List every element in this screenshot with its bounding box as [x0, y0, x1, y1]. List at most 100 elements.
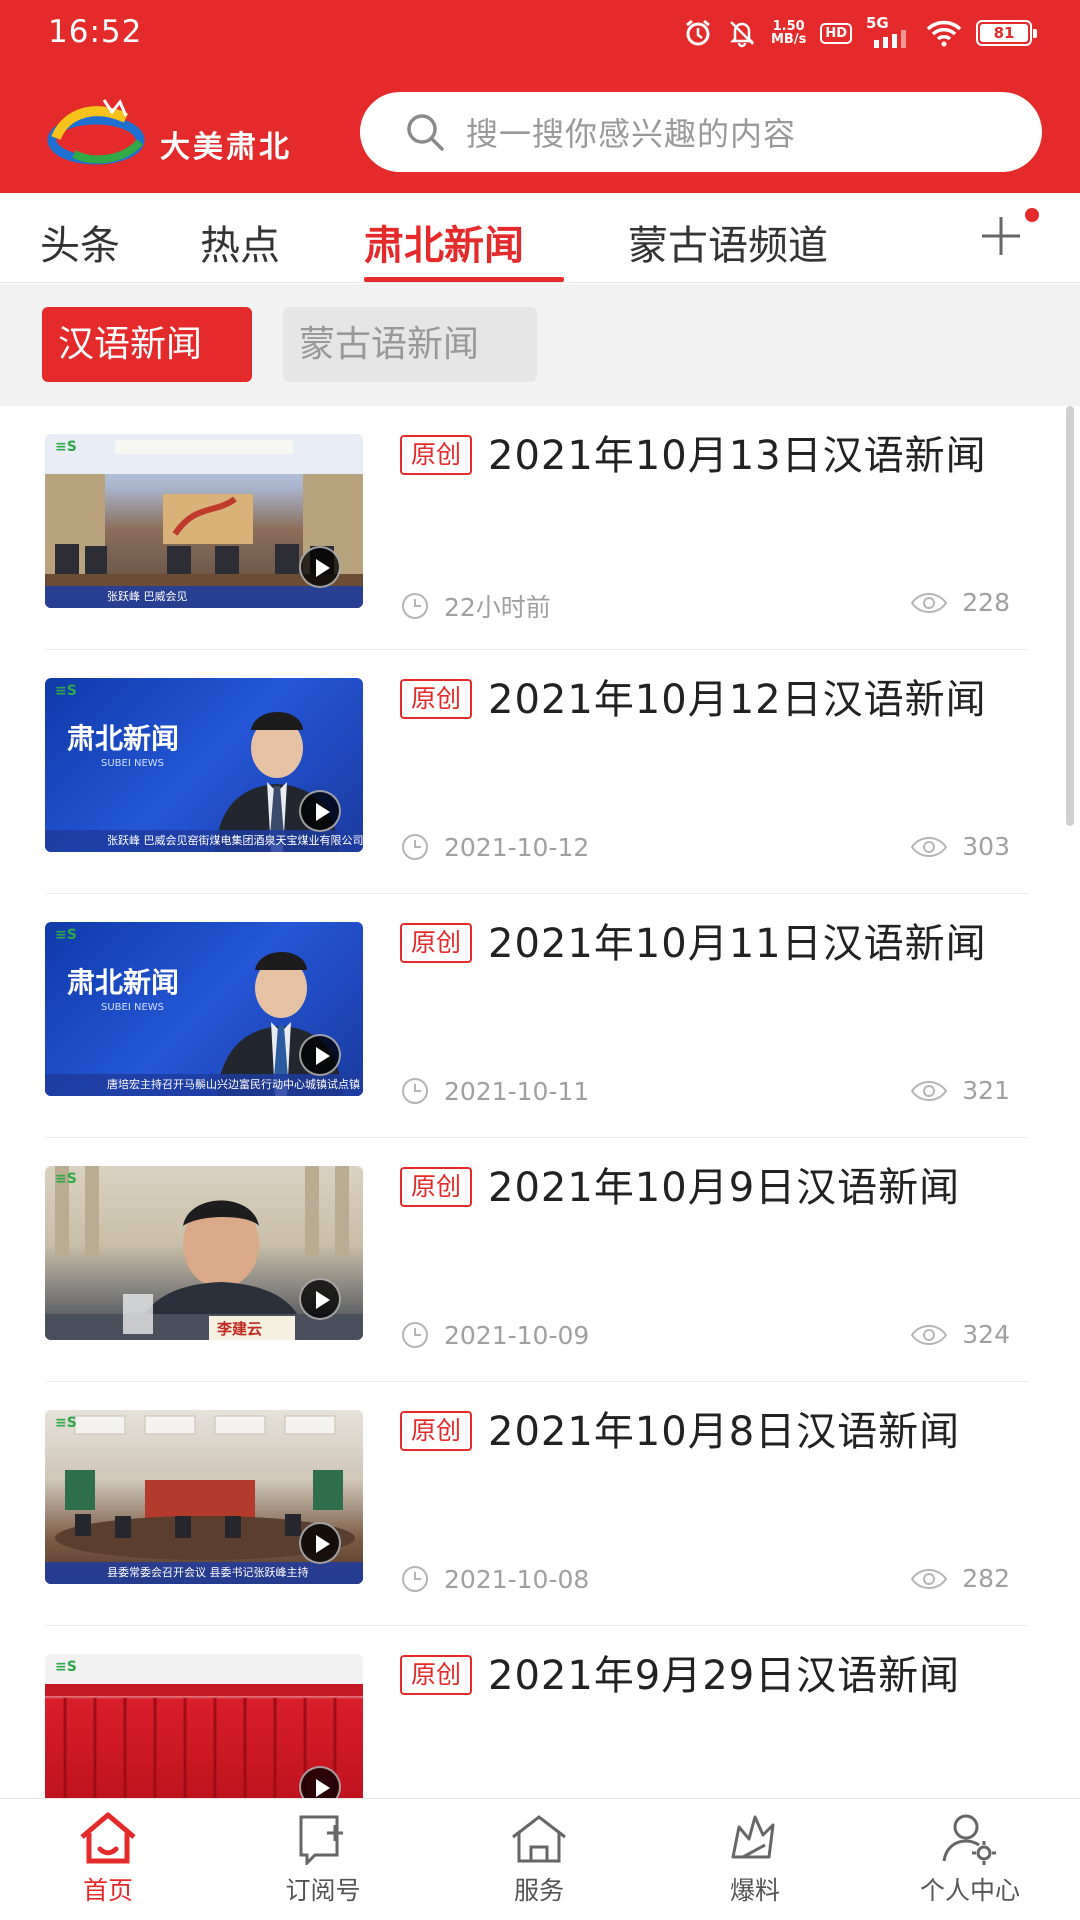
svg-text:SUBEI NEWS: SUBEI NEWS [101, 758, 164, 769]
news-thumbnail[interactable]: ≡S 张跃峰 巴威会见 [45, 434, 363, 608]
thumbnail-caption: 唐培宏主持召开马鬃山兴边富民行动中心城镇试点镇 [45, 1074, 363, 1096]
channel-watermark-icon: ≡S [55, 1415, 77, 1430]
play-icon[interactable] [299, 1034, 341, 1076]
original-badge: 原创 [400, 923, 473, 963]
tab-mongolian-news[interactable]: 蒙古语新闻 [283, 307, 537, 382]
nav-user-center[interactable]: 个人中心 [900, 1811, 1040, 1907]
add-channel-icon[interactable] [978, 213, 1024, 259]
notification-dot [1025, 208, 1039, 222]
nav-label: 爆料 [729, 1876, 780, 1905]
news-views-count: 321 [962, 1076, 1010, 1105]
news-views-count: 228 [962, 588, 1010, 617]
svg-text:≡S: ≡S [55, 1659, 77, 1674]
original-badge: 原创 [400, 1411, 473, 1451]
news-time-text: 2021-10-08 [444, 1564, 590, 1594]
eye-icon [911, 1080, 948, 1101]
news-views: 228 [910, 588, 1010, 617]
news-time-text: 2021-10-11 [444, 1076, 590, 1106]
channel-watermark-icon: ≡S [55, 1171, 77, 1186]
user-center-icon [942, 1814, 996, 1865]
status-bar: 16:52 1.50 MB/s HD 5G 81 [0, 0, 1080, 70]
news-list[interactable]: ≡S 张跃峰 巴威会见 原创 2021年10月13日汉语新闻 22小时前 228 … [0, 406, 1080, 1798]
news-item[interactable]: ≡S 原创 2021年9月29日汉语新闻 [0, 1626, 1080, 1798]
nav-label: 订阅号 [285, 1876, 361, 1905]
nav-label: 服务 [513, 1876, 564, 1905]
news-thumbnail[interactable]: 肃北新闻 SUBEI NEWS ≡S 唐培宏主持召开马鬃山兴边富民行动中心城镇试… [45, 922, 363, 1096]
news-views-count: 303 [962, 832, 1010, 861]
news-title[interactable]: 原创 2021年10月9日汉语新闻 [400, 1160, 1020, 1217]
news-time: 2021-10-12 [400, 832, 589, 862]
news-title-text: 2021年10月8日汉语新闻 [488, 1409, 961, 1455]
svg-text:≡S: ≡S [55, 1415, 77, 1430]
original-badge: 原创 [400, 435, 473, 475]
news-time: 2021-10-08 [400, 1564, 589, 1594]
news-item[interactable]: 李建云 ≡S 原创 2021年10月9日汉语新闻 2021-10-09 324 [0, 1138, 1080, 1382]
news-title-text: 2021年10月9日汉语新闻 [488, 1165, 961, 1211]
net-speed: 1.50 MB/s [771, 20, 806, 46]
eye-icon [911, 592, 948, 613]
news-item[interactable]: ≡S 县委常委会召开会议 县委书记张跃峰主持 原创 2021年10月8日汉语新闻 … [0, 1382, 1080, 1626]
battery-level: 81 [980, 24, 1028, 42]
channel-watermark-icon: ≡S [55, 683, 77, 698]
channel-watermark-icon: ≡S [55, 1659, 77, 1674]
original-badge: 原创 [400, 1167, 473, 1207]
nav-tipoff[interactable]: 爆料 [685, 1811, 825, 1907]
news-time-text: 2021-10-12 [444, 832, 590, 862]
clock-icon [402, 1322, 428, 1348]
status-icons: 1.50 MB/s HD 5G 81 [683, 14, 1037, 48]
news-title[interactable]: 原创 2021年9月29日汉语新闻 [400, 1648, 1020, 1705]
app-header: 16:52 1.50 MB/s HD 5G 81 大美肃北 搜一搜你感兴趣的内容 [0, 0, 1080, 193]
thumbnail-caption: 张跃峰 巴威会见 [45, 586, 363, 608]
play-icon[interactable] [299, 1522, 341, 1564]
play-icon[interactable] [299, 790, 341, 832]
status-time: 16:52 [48, 14, 143, 50]
svg-text:肃北新闻: 肃北新闻 [67, 722, 179, 755]
play-icon[interactable] [299, 1278, 341, 1320]
logo-emblem-icon [47, 99, 145, 165]
news-thumbnail[interactable]: 肃北新闻 SUBEI NEWS ≡S 张跃峰 巴威会见窑街煤电集团酒泉天宝煤业有… [45, 678, 363, 852]
search-box[interactable]: 搜一搜你感兴趣的内容 [360, 92, 1042, 172]
tab-mongolian-channel[interactable]: 蒙古语频道 [628, 213, 828, 271]
news-item[interactable]: 肃北新闻 SUBEI NEWS ≡S 张跃峰 巴威会见窑街煤电集团酒泉天宝煤业有… [0, 650, 1080, 894]
alarm-icon [686, 19, 710, 46]
nav-service[interactable]: 服务 [469, 1811, 609, 1907]
nav-subscribe[interactable]: 订阅号 [253, 1811, 393, 1907]
nav-home[interactable]: 首页 [38, 1811, 178, 1907]
mute-bell-icon [729, 21, 755, 48]
tab-headlines[interactable]: 头条 [40, 213, 120, 271]
news-thumbnail[interactable]: ≡S 县委常委会召开会议 县委书记张跃峰主持 [45, 1410, 363, 1584]
news-thumbnail[interactable]: ≡S [45, 1654, 363, 1798]
news-views-count: 324 [962, 1320, 1010, 1349]
news-thumbnail[interactable]: 李建云 ≡S [45, 1166, 363, 1340]
svg-text:≡S: ≡S [55, 683, 77, 698]
news-title[interactable]: 原创 2021年10月13日汉语新闻 [400, 428, 1020, 485]
news-time: 2021-10-11 [400, 1076, 589, 1106]
news-item[interactable]: 肃北新闻 SUBEI NEWS ≡S 唐培宏主持召开马鬃山兴边富民行动中心城镇试… [0, 894, 1080, 1138]
news-title[interactable]: 原创 2021年10月11日汉语新闻 [400, 916, 1020, 973]
nav-label: 首页 [82, 1876, 133, 1905]
tab-subei-news[interactable]: 肃北新闻 [364, 213, 524, 271]
search-placeholder: 搜一搜你感兴趣的内容 [466, 115, 797, 153]
news-title-text: 2021年10月13日汉语新闻 [488, 433, 987, 479]
news-views: 324 [910, 1320, 1010, 1349]
news-views: 303 [910, 832, 1010, 861]
play-icon[interactable] [299, 546, 341, 588]
channel-watermark-icon: ≡S [55, 439, 77, 454]
news-title[interactable]: 原创 2021年10月12日汉语新闻 [400, 672, 1020, 729]
svg-text:≡S: ≡S [55, 927, 77, 942]
news-item[interactable]: ≡S 张跃峰 巴威会见 原创 2021年10月13日汉语新闻 22小时前 228 [0, 406, 1080, 650]
tab-chinese-news[interactable]: 汉语新闻 [42, 307, 252, 382]
original-badge: 原创 [400, 679, 473, 719]
news-title-text: 2021年9月29日汉语新闻 [488, 1653, 961, 1699]
clock-icon [402, 593, 428, 619]
news-views: 282 [910, 1564, 1010, 1593]
tab-hot[interactable]: 热点 [200, 213, 280, 271]
svg-text:≡S: ≡S [55, 439, 77, 454]
list-scrollbar[interactable] [1066, 406, 1074, 826]
news-title[interactable]: 原创 2021年10月8日汉语新闻 [400, 1404, 1020, 1461]
eye-icon [911, 1324, 948, 1345]
app-logo[interactable]: 大美肃北 [44, 94, 324, 174]
news-views-count: 282 [962, 1564, 1010, 1593]
channel-tabs: 头条 热点 肃北新闻 蒙古语频道 [0, 193, 1080, 283]
battery-icon: 81 [976, 20, 1037, 46]
